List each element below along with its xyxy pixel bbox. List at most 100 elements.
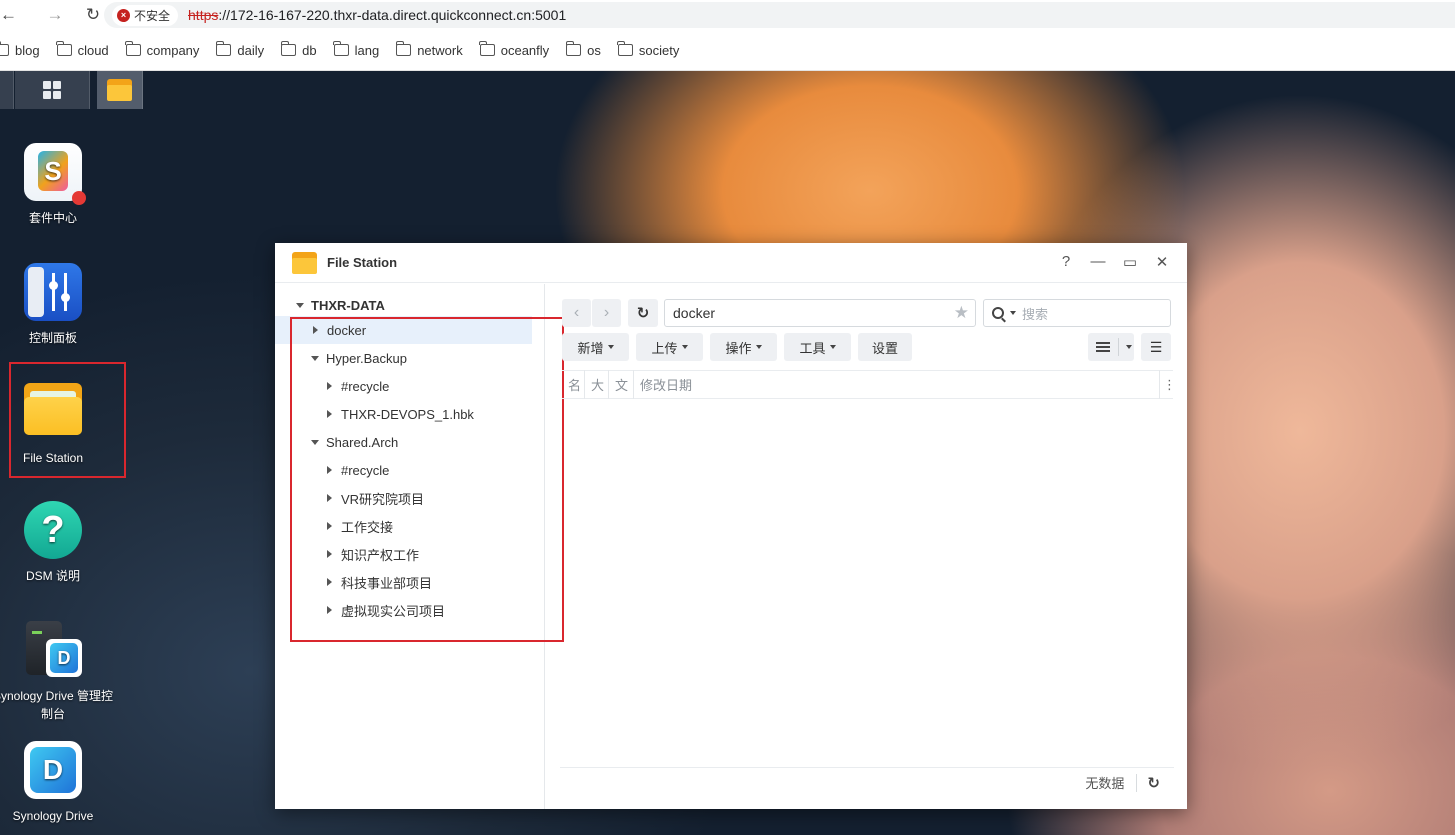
desktop-icon-package-center[interactable]: S 套件中心 [0,143,108,227]
folder-icon [125,41,141,56]
bookmark-company[interactable]: company [125,41,200,58]
desktop-icon-label: DSM 说明 [25,569,80,583]
url-protocol: https [188,7,219,23]
sort-button[interactable]: ☰ [1141,333,1171,361]
file-list-header: 名 大 文 修改日期 ⋮ [562,370,1173,399]
synology-drive-icon: D [24,741,82,799]
folder-icon [565,41,582,56]
folder-icon [333,41,349,56]
taskbar-left-edge [0,71,14,109]
maximize-button[interactable]: ▭ [1121,253,1139,271]
column-type[interactable]: 文 [609,370,634,399]
bookmark-label: db [302,42,317,58]
bookmark-society[interactable]: society [617,41,680,58]
desktop-icon-label: Synology Drive [12,809,94,823]
column-name[interactable]: 名 [562,370,585,399]
bookmark-label: oceanfly [500,42,550,58]
chevron-down-icon [829,345,836,349]
desktop-icon-dsm-help[interactable]: ? DSM 说明 [0,501,108,585]
tree-root[interactable]: THXR-DATA [275,294,544,316]
address-bar[interactable]: × 不安全 https://172-16-167-220.thxr-data.d… [104,2,1455,28]
folder-icon [55,41,72,56]
sort-icon: ☰ [1149,338,1163,355]
tools-label: 工具 [799,340,826,356]
desktop-icon-control-panel[interactable]: 控制面板 [0,263,108,347]
column-options-icon[interactable]: ⋮ [1160,370,1173,399]
window-titlebar[interactable]: File Station ? — ▭ ✕ [275,243,1187,283]
bookmark-label: cloud [77,42,109,58]
security-chip[interactable]: × 不安全 [112,4,179,26]
upload-button[interactable]: 上传 [636,333,703,361]
star-icon[interactable]: ★ [954,303,969,323]
desktop-icon-label: 控制面板 [28,331,77,345]
folder-icon [215,41,232,56]
forward-button[interactable]: › [592,299,621,327]
bookmark-db[interactable]: db [280,41,317,58]
apps-grid-icon [43,81,61,99]
desktop-icon-synology-drive[interactable]: D Synology Drive [0,741,108,825]
bookmark-label: society [638,42,680,58]
close-button[interactable]: ✕ [1153,253,1171,271]
refresh-button[interactable]: ↻ [628,299,658,327]
bookmark-label: company [146,42,200,58]
bookmark-blog[interactable]: blog [0,41,40,58]
package-center-icon: S [24,143,86,205]
action-button[interactable]: 操作 [710,333,777,361]
file-station-highlight [9,362,126,478]
bookmark-lang[interactable]: lang [333,41,380,58]
taskbar-file-station[interactable] [97,71,143,109]
back-button[interactable]: ← [0,0,17,30]
url-text: ://172-16-167-220.thxr-data.direct.quick… [218,7,567,23]
chevron-down-icon [607,345,614,349]
folder-icon [107,79,132,101]
bookmark-os[interactable]: os [565,41,601,58]
forward-button[interactable]: → [38,0,72,30]
bookmarks-bar: blog cloud company daily db lang network… [0,30,1455,71]
bookmark-label: blog [15,42,40,58]
desktop-icon-label: Synology Drive 管理控 [0,689,114,703]
chevron-down-icon[interactable] [1010,311,1016,315]
folder-icon [0,41,9,56]
upload-label: 上传 [651,340,678,356]
action-label: 操作 [725,340,752,356]
chevron-down-icon [755,345,762,349]
action-toolbar: 新增 上传 操作 工具 设置 ☰ [562,333,1171,361]
tools-button[interactable]: 工具 [784,333,851,361]
security-label: 不安全 [134,8,171,23]
browser-toolbar: ← → ↻ × 不安全 https://172-16-167-220.thxr-… [0,0,1455,30]
bookmark-label: os [587,42,601,58]
settings-button[interactable]: 设置 [858,333,912,361]
folder-icon [617,41,633,56]
column-modified[interactable]: 修改日期 [634,370,1160,399]
status-bar: 无数据 ↻ [560,767,1174,797]
column-size[interactable]: 大 [585,370,609,399]
bookmark-daily[interactable]: daily [215,41,264,58]
status-text: 无数据 [1085,776,1125,791]
back-button[interactable]: ‹ [562,299,591,327]
expand-arrow-icon[interactable] [296,302,304,308]
help-button[interactable]: ? [1057,253,1075,271]
view-mode-divider [1118,338,1119,356]
bookmark-network[interactable]: network [395,41,463,58]
search-placeholder: 搜索 [1022,306,1049,322]
create-button[interactable]: 新增 [562,333,629,361]
file-station-window: File Station ? — ▭ ✕ THXR-DATA docker Hy… [275,243,1187,809]
bookmark-label: lang [354,42,380,58]
desktop-icon-drive-admin[interactable]: D Synology Drive 管理控 制台 [0,621,113,723]
refresh-icon[interactable]: ↻ [1147,774,1160,792]
bookmark-label: network [417,42,463,58]
bookmark-cloud[interactable]: cloud [55,41,109,58]
bookmark-oceanfly[interactable]: oceanfly [479,41,550,58]
desktop-icon-label-line2: 制台 [40,707,65,721]
path-text: docker [673,305,716,321]
view-mode-button[interactable] [1088,333,1134,361]
drive-admin-icon: D [24,621,82,679]
path-field[interactable]: docker ★ [664,299,976,327]
nav-toolbar: ‹ › ↻ docker ★ 搜索 [562,299,1171,327]
control-panel-icon [24,263,82,321]
search-input[interactable]: 搜索 [983,299,1171,327]
chevron-down-icon [681,345,688,349]
main-menu-button[interactable] [15,71,90,109]
chevron-down-icon[interactable] [1126,345,1132,349]
minimize-button[interactable]: — [1089,253,1107,271]
